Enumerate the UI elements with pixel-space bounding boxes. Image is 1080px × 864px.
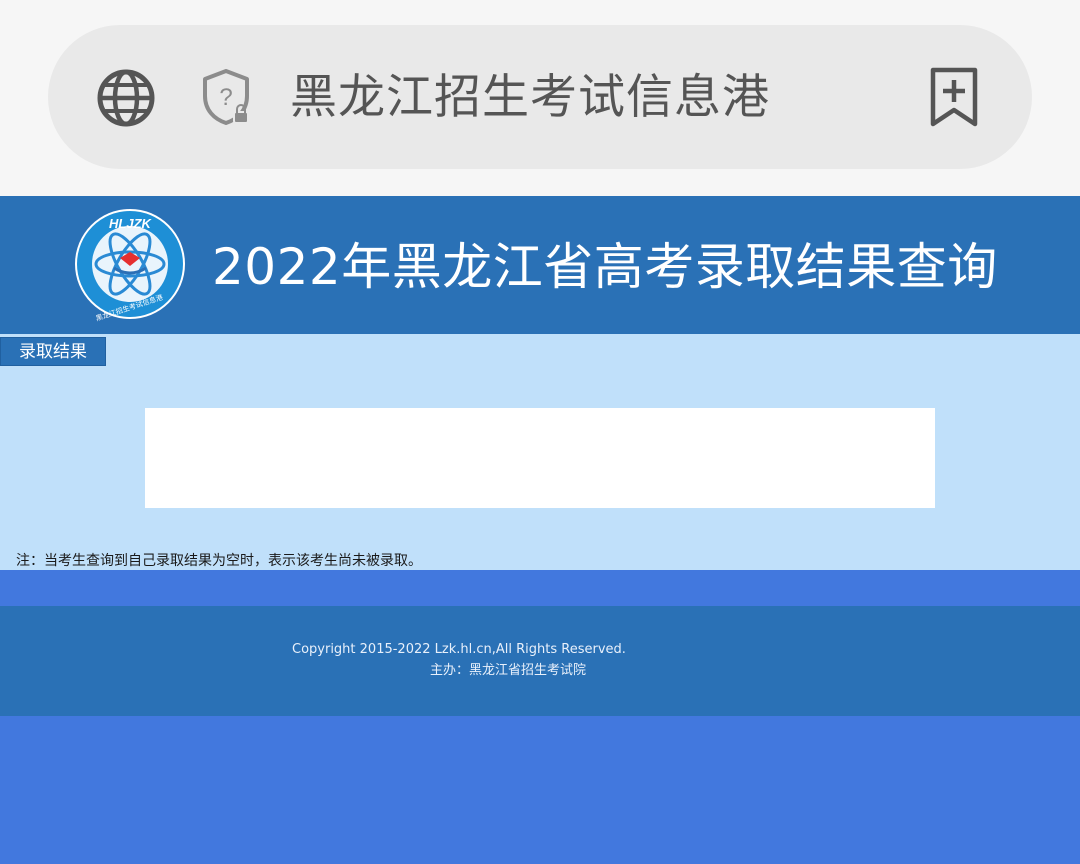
note-text: 注：当考生查询到自己录取结果为空时，表示该考生尚未被录取。 (16, 553, 422, 569)
security-shield-icon[interactable]: ? (200, 68, 256, 126)
add-bookmark-icon[interactable] (928, 66, 980, 128)
globe-icon[interactable] (96, 68, 156, 128)
organizer-text: 主办：黑龙江省招生考试院 (430, 663, 587, 678)
copyright-text: Copyright 2015-2022 Lzk.hl.cn,All Rights… (292, 642, 626, 657)
footer-divider (0, 570, 1080, 606)
result-panel (145, 408, 935, 508)
tab-admission-result[interactable]: 录取结果 (0, 337, 106, 366)
svg-text:?: ? (219, 84, 232, 111)
page-title: 2022年黑龙江省高考录取结果查询 (212, 238, 998, 296)
hljzk-logo: HLJZK 黑龙江招生考试信息港 (75, 209, 185, 322)
address-text[interactable]: 黑龙江招生考试信息港 (290, 62, 770, 134)
logo-text: HLJZK (109, 216, 153, 231)
